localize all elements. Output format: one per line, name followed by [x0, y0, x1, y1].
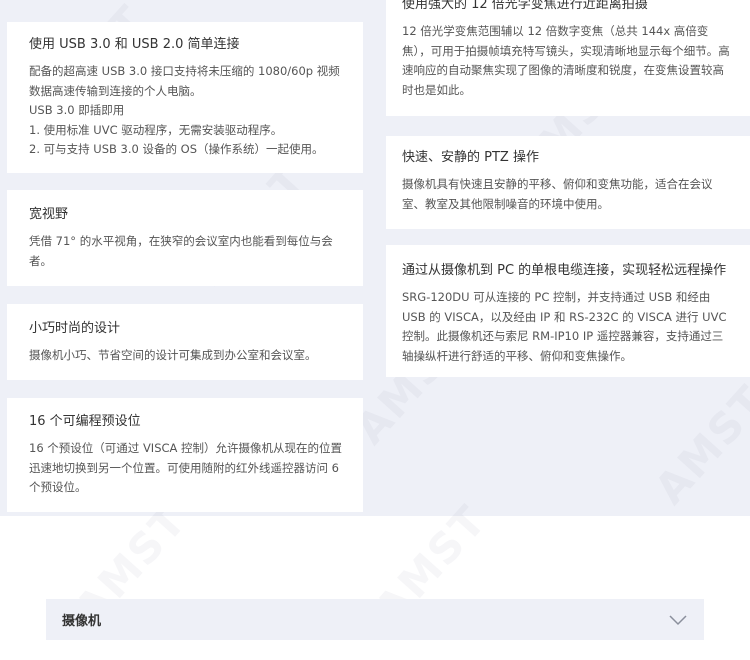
feature-description: SRG-120DU 可从连接的 PC 控制，并支持通过 USB 和经由 USB … [402, 290, 727, 363]
feature-card-remote-operation: 通过从摄像机到 PC 的单根电缆连接，实现轻松远程操作 SRG-120DU 可从… [386, 245, 750, 377]
feature-description: 16 个预设位（可通过 VISCA 控制）允许摄像机从现在的位置迅速地切换到另一… [29, 441, 343, 494]
accordion-label: 摄像机 [62, 614, 102, 629]
feature-line: 配备的超高速 USB 3.0 接口支持将未压缩的 1080/60p 视频数据高速… [29, 64, 340, 98]
feature-description: 配备的超高速 USB 3.0 接口支持将未压缩的 1080/60p 视频数据高速… [29, 62, 347, 160]
feature-line: 1. 使用标准 UVC 驱动程序，无需安装驱动程序。 [29, 122, 283, 137]
accordion-camera[interactable]: 摄像机 [46, 599, 704, 640]
feature-title: 快速、安静的 PTZ 操作 [402, 150, 539, 165]
feature-card-ptz: 快速、安静的 PTZ 操作 摄像机具有快速且安静的平移、俯仰和变焦功能，适合在会… [386, 136, 750, 229]
feature-title: 宽视野 [29, 207, 69, 222]
feature-description: 12 倍光学变焦范围辅以 12 倍数字变焦（总共 144x 高倍变焦），可用于拍… [402, 24, 730, 97]
feature-line: 2. 可与支持 USB 3.0 设备的 OS（操作系统）一起使用。 [29, 142, 324, 156]
feature-description: 摄像机小巧、节省空间的设计可集成到办公室和会议室。 [29, 348, 317, 362]
feature-card-presets: 16 个可编程预设位 16 个预设位（可通过 VISCA 控制）允许摄像机从现在… [7, 398, 363, 512]
chevron-down-icon[interactable] [668, 614, 688, 626]
feature-title: 使用 USB 3.0 和 USB 2.0 简单连接 [29, 37, 240, 52]
feature-card-optical-zoom: 使用强大的 12 倍光学变焦进行近距离拍摄 12 倍光学变焦范围辅以 12 倍数… [386, 0, 750, 116]
feature-title: 16 个可编程预设位 [29, 414, 141, 429]
feature-card-usb: 使用 USB 3.0 和 USB 2.0 简单连接 配备的超高速 USB 3.0… [7, 22, 363, 173]
feature-line: USB 3.0 即插即用 [29, 103, 125, 117]
feature-description: 凭借 71° 的水平视角，在狭窄的会议室内也能看到每位与会者。 [29, 234, 333, 268]
feature-title: 通过从摄像机到 PC 的单根电缆连接，实现轻松远程操作 [402, 263, 727, 278]
feature-description: 摄像机具有快速且安静的平移、俯仰和变焦功能，适合在会议室、教室及其他限制噪音的环… [402, 177, 713, 211]
feature-title: 小巧时尚的设计 [29, 321, 121, 336]
feature-title: 使用强大的 12 倍光学变焦进行近距离拍摄 [402, 0, 648, 12]
feature-card-wide-view: 宽视野 凭借 71° 的水平视角，在狭窄的会议室内也能看到每位与会者。 [7, 190, 363, 286]
feature-card-compact-design: 小巧时尚的设计 摄像机小巧、节省空间的设计可集成到办公室和会议室。 [7, 304, 363, 380]
